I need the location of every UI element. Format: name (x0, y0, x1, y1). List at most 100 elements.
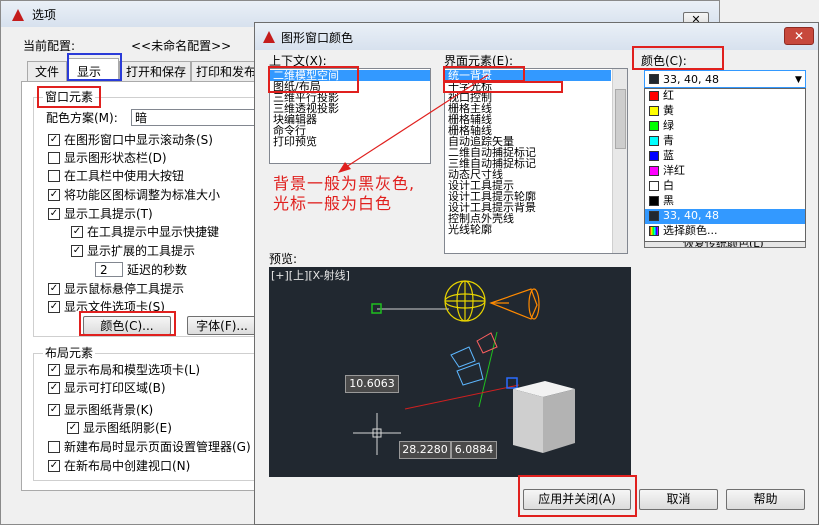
checkbox[interactable] (48, 170, 60, 182)
interface-element-item[interactable]: 栅格主线 (445, 103, 611, 114)
color-option[interactable]: 黑 (645, 194, 805, 209)
preview-viewport: [+][上][X-射线] 10.6063 28.2280 6.0884 (269, 267, 631, 477)
interface-element-item[interactable]: 光线轮廓 (445, 224, 611, 235)
color-swatch (649, 151, 659, 161)
checkbox[interactable]: ✓ (67, 422, 79, 434)
interface-element-item[interactable]: 栅格辅线 (445, 114, 611, 125)
interface-element-item[interactable]: 视口控制 (445, 92, 611, 103)
checkbox-label: 显示图形状态栏(D) (64, 151, 167, 165)
dialog-title: 图形窗口颜色 (281, 31, 354, 45)
interface-element-item[interactable]: 控制点外壳线 (445, 213, 611, 224)
crosshair-icon (353, 413, 401, 455)
context-item[interactable]: 打印预览 (270, 136, 430, 147)
dialog-titlebar: 图形窗口颜色 (255, 23, 818, 50)
layout-elements-title: 布局元素 (43, 346, 96, 360)
color-option[interactable]: 选择颜色... (645, 224, 805, 239)
color-option[interactable]: 青 (645, 134, 805, 149)
color-swatch (649, 166, 659, 176)
color-dropdown-list[interactable]: 红黄绿青蓝洋红白黑 33, 40, 48 选择颜色... (644, 88, 806, 242)
checkbox[interactable]: ✓ (71, 226, 83, 238)
checkbox[interactable]: ✓ (48, 134, 60, 146)
context-item[interactable]: 块编辑器 (270, 114, 430, 125)
color-scheme-label: 配色方案(M): (46, 111, 118, 125)
color-option-label: 洋红 (663, 164, 685, 177)
checkbox-label: 显示图纸背景(K) (64, 403, 154, 417)
interface-element-item[interactable]: 设计工具提示轮廓 (445, 191, 611, 202)
checkbox[interactable]: ✓ (48, 301, 60, 313)
checkbox-label: 在新布局中创建视口(N) (64, 459, 191, 473)
checkbox[interactable]: ✓ (48, 460, 60, 472)
color-option-label: 青 (663, 134, 674, 147)
color-option[interactable]: 绿 (645, 119, 805, 134)
checkbox[interactable]: ✓ (71, 245, 83, 257)
checkbox[interactable] (48, 441, 60, 453)
dimension-a-value: 10.6063 (349, 377, 395, 390)
fonts-button-label: 字体(F)... (196, 319, 248, 333)
checkbox[interactable]: ✓ (48, 208, 60, 220)
color-option[interactable]: 黄 (645, 104, 805, 119)
context-selection-highlight (268, 66, 359, 93)
context-item[interactable]: 命令行 (270, 125, 430, 136)
color-label-highlight (632, 46, 724, 70)
checkbox-label: 显示可打印区域(B) (64, 381, 166, 395)
context-item[interactable]: 三维透视投影 (270, 103, 430, 114)
checkbox[interactable]: ✓ (48, 189, 60, 201)
preview-cube (513, 381, 575, 453)
checkbox-label: 显示布局和模型选项卡(L) (64, 363, 201, 377)
delay-input[interactable]: 2 (95, 262, 123, 277)
fonts-button[interactable]: 字体(F)... (187, 316, 257, 335)
preview-label: 预览: (269, 252, 298, 266)
color-swatch (649, 121, 659, 131)
color-option-label: 绿 (663, 119, 674, 132)
color-option-label: 33, 40, 48 (663, 209, 719, 222)
color-swatch (649, 181, 659, 191)
interface-element-item[interactable]: 二维自动捕捉标记 (445, 147, 611, 158)
chevron-down-icon: ▼ (795, 75, 802, 85)
color-swatch (649, 211, 659, 221)
dimension-c-value: 6.0884 (454, 443, 494, 456)
tab-plot-publish-label: 打印和发布 (196, 65, 257, 79)
help-button[interactable]: 帮助 (726, 489, 805, 510)
tab-plot-publish[interactable]: 打印和发布 (191, 61, 261, 81)
checkbox[interactable]: ✓ (48, 283, 60, 295)
dialog-close-button[interactable]: ✕ (784, 27, 814, 45)
tab-file[interactable]: 文件 (27, 61, 67, 81)
checkbox[interactable] (48, 152, 60, 164)
interface-scroll-thumb[interactable] (615, 89, 626, 149)
color-option-label: 选择颜色... (663, 224, 718, 237)
color-option[interactable]: 蓝 (645, 149, 805, 164)
checkbox-label: 显示工具提示(T) (64, 207, 153, 221)
color-option[interactable]: 白 (645, 179, 805, 194)
color-select[interactable]: 33, 40, 48 ▼ (644, 70, 806, 88)
color-option[interactable]: 红 (645, 89, 805, 104)
bulb-light-icon (444, 280, 486, 322)
dialog-logo-icon (263, 31, 275, 43)
current-config-value: <<未命名配置>> (131, 39, 232, 53)
interface-elements-listbox[interactable]: 统一背景 十字光标 视口控制 栅格主线 栅格辅线 栅格轴线 自动追踪矢量 二维自动捕捉标记 三维… (444, 68, 628, 254)
interface-element-item[interactable]: 自动追踪矢量 (445, 136, 611, 147)
interface-background-highlight (443, 66, 525, 82)
interface-element-item[interactable]: 动态尺寸线 (445, 169, 611, 180)
checkbox[interactable]: ✓ (48, 382, 60, 394)
color-scheme-select[interactable]: 暗 (131, 109, 259, 126)
color-option[interactable]: 洋红 (645, 164, 805, 179)
color-option[interactable]: 33, 40, 48 (645, 209, 805, 224)
cancel-button[interactable]: 取消 (639, 489, 718, 510)
window-elements-highlight (37, 86, 101, 108)
tab-open-save-label: 打开和保存 (126, 65, 187, 79)
checkbox-label: 显示鼠标悬停工具提示 (64, 282, 185, 296)
interface-element-item[interactable]: 三维自动捕捉标记 (445, 158, 611, 169)
checkbox-label: 在工具栏中使用大按钮 (64, 169, 185, 183)
interface-element-item[interactable]: 设计工具提示背景 (445, 202, 611, 213)
interface-scrollbar[interactable] (612, 69, 627, 253)
checkbox-label: 将功能区图标调整为标准大小 (64, 188, 221, 202)
checkbox-label: 显示扩展的工具提示 (87, 244, 196, 258)
context-item[interactable]: 三维平行投影 (270, 92, 430, 103)
color-swatch (649, 106, 659, 116)
checkbox[interactable]: ✓ (48, 404, 60, 416)
interface-element-item[interactable]: 设计工具提示 (445, 180, 611, 191)
interface-element-item[interactable]: 栅格轴线 (445, 125, 611, 136)
color-option-label: 黑 (663, 194, 674, 207)
checkbox[interactable]: ✓ (48, 364, 60, 376)
tab-open-save[interactable]: 打开和保存 (119, 61, 191, 81)
